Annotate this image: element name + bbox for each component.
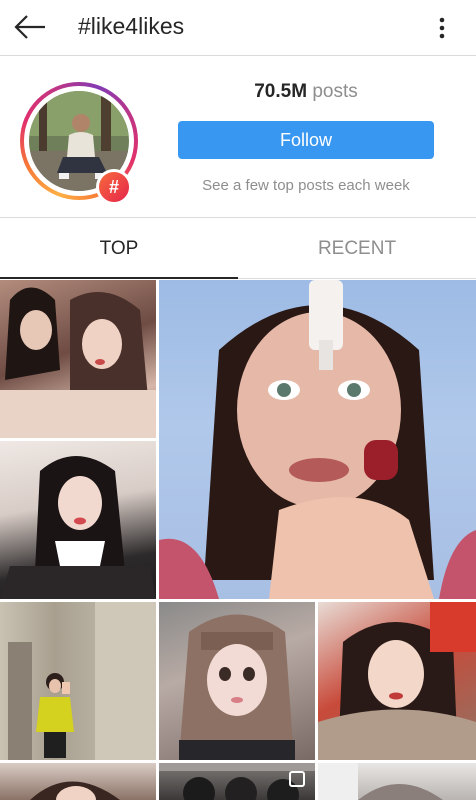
post-count-value: 70.5M xyxy=(254,81,308,102)
post-grid xyxy=(0,280,476,800)
hashtag-header: # 70.5M posts Follow See a few top posts… xyxy=(0,57,476,218)
post-count-unit: posts xyxy=(312,81,358,102)
post-thumbnail[interactable] xyxy=(159,280,476,599)
tab-recent[interactable]: RECENT xyxy=(238,219,476,279)
hashtag-title: #like4likes xyxy=(78,13,185,39)
post-thumbnail[interactable] xyxy=(318,763,476,800)
feed-tabs: TOP RECENT xyxy=(0,219,476,279)
post-thumbnail[interactable] xyxy=(318,602,476,760)
tab-selected-indicator xyxy=(0,277,238,279)
carousel-icon xyxy=(289,771,305,787)
post-count: 70.5M posts xyxy=(178,81,434,103)
post-thumbnail[interactable] xyxy=(0,763,156,800)
post-thumbnail[interactable] xyxy=(159,602,315,760)
more-vertical-icon[interactable] xyxy=(430,12,454,44)
app-bar: #like4likes xyxy=(0,0,476,56)
tab-top[interactable]: TOP xyxy=(0,219,238,279)
follow-button[interactable]: Follow xyxy=(178,121,434,159)
hashtag-badge: # xyxy=(96,169,132,205)
post-thumbnail[interactable] xyxy=(159,763,315,800)
arrow-left-icon[interactable] xyxy=(12,11,48,43)
post-thumbnail[interactable] xyxy=(0,441,156,599)
post-thumbnail[interactable] xyxy=(0,602,156,760)
top-posts-caption: See a few top posts each week xyxy=(202,177,410,194)
post-thumbnail[interactable] xyxy=(0,280,156,438)
